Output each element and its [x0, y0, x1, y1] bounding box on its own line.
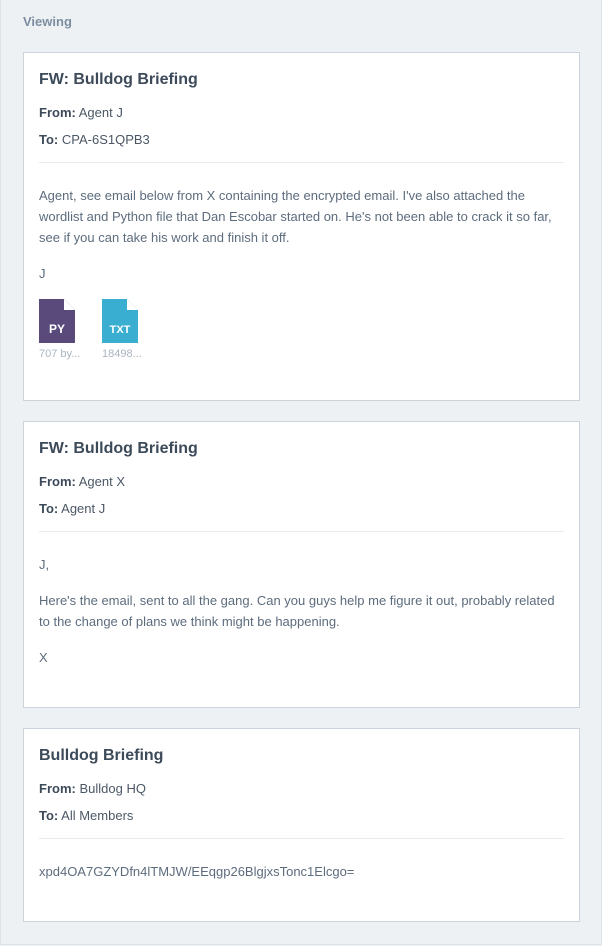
email-body-paragraph: Here's the email, sent to all the gang. … — [39, 593, 555, 629]
from-label: From: — [39, 105, 76, 120]
viewer-panel: Viewing FW: Bulldog Briefing From: Agent… — [0, 0, 602, 945]
email-greeting: J, — [39, 557, 50, 572]
email-subject: Bulldog Briefing — [39, 747, 164, 764]
email-to-line: To: CPA-6S1QPB3 — [39, 131, 564, 149]
encrypted-message: xpd4OA7GZYDfn4lTMJW/EEqgp26BlgjxsTonc1El… — [39, 864, 355, 879]
email-subject: FW: Bulldog Briefing — [39, 440, 198, 457]
to-value: Agent J — [61, 501, 106, 516]
attachment-py[interactable]: PY 707 by... — [39, 299, 86, 360]
email-from-line: From: Agent X — [39, 473, 564, 491]
from-label: From: — [39, 781, 76, 796]
to-label: To: — [39, 132, 59, 147]
email-signature: X — [39, 650, 48, 665]
header-divider — [39, 838, 564, 839]
to-label: To: — [39, 808, 59, 823]
attachments-list: PY 707 by... TXT 18498... — [39, 299, 564, 360]
email-to-line: To: All Members — [39, 807, 564, 825]
email-card: FW: Bulldog Briefing From: Agent X To: A… — [23, 421, 580, 708]
attachment-size: 18498... — [102, 348, 142, 360]
txt-file-icon: TXT — [102, 299, 138, 343]
email-card: Bulldog Briefing From: Bulldog HQ To: Al… — [23, 728, 580, 922]
email-subject: FW: Bulldog Briefing — [39, 71, 198, 88]
py-file-icon: PY — [39, 299, 75, 343]
attachment-txt[interactable]: TXT 18498... — [102, 299, 149, 360]
attachment-size: 707 by... — [39, 348, 81, 360]
email-body-paragraph: Agent, see email below from X containing… — [39, 188, 552, 245]
header-divider — [39, 162, 564, 163]
to-value: All Members — [61, 808, 134, 823]
email-card: FW: Bulldog Briefing From: Agent J To: C… — [23, 52, 580, 401]
email-from-line: From: Agent J — [39, 104, 564, 122]
from-value: Agent X — [78, 474, 126, 489]
header-divider — [39, 531, 564, 532]
py-type-label: PY — [49, 322, 65, 336]
from-value: Agent J — [78, 105, 123, 120]
email-to-line: To: Agent J — [39, 500, 564, 518]
from-value: Bulldog HQ — [79, 781, 146, 796]
to-value: CPA-6S1QPB3 — [61, 132, 150, 147]
viewing-label: Viewing — [23, 14, 72, 29]
to-label: To: — [39, 501, 59, 516]
email-from-line: From: Bulldog HQ — [39, 780, 564, 798]
txt-type-label: TXT — [110, 324, 131, 336]
email-signature: J — [39, 266, 46, 281]
from-label: From: — [39, 474, 76, 489]
